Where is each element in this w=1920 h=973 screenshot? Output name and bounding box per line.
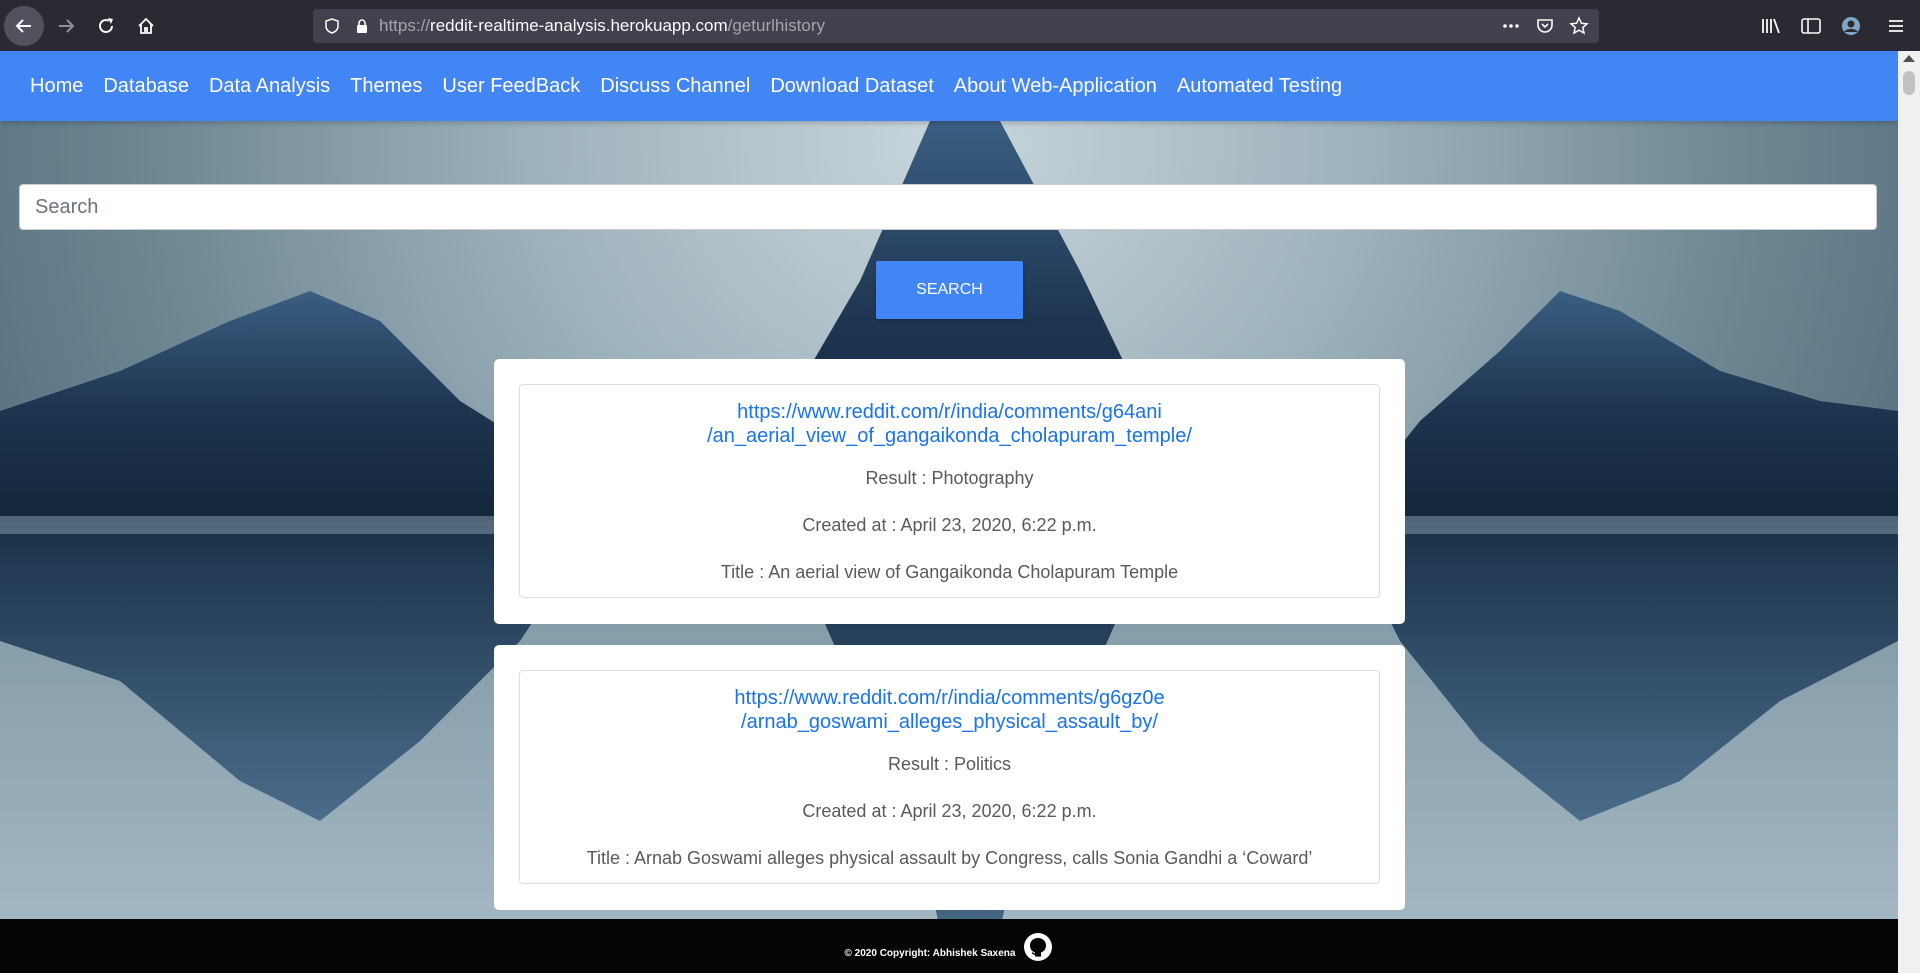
lock-icon[interactable] (353, 17, 371, 35)
more-icon[interactable] (1501, 17, 1521, 35)
nav-discuss-channel[interactable]: Discuss Channel (600, 75, 750, 98)
result-url-link[interactable]: https://www.reddit.com/r/india/comments/… (520, 400, 1379, 448)
search-input[interactable] (19, 184, 1877, 230)
url-text[interactable]: https://reddit-realtime-analysis.herokua… (379, 16, 825, 36)
reload-button[interactable] (88, 8, 124, 44)
bookmark-star-icon[interactable] (1569, 16, 1589, 36)
nav-database[interactable]: Database (103, 75, 189, 98)
nav-themes[interactable]: Themes (350, 75, 422, 98)
vertical-scrollbar[interactable] (1898, 51, 1920, 973)
scrollbar-thumb[interactable] (1903, 71, 1915, 95)
nav-automated-testing[interactable]: Automated Testing (1177, 75, 1342, 98)
result-category: Result : Politics (887, 754, 1012, 774)
menu-icon[interactable] (1886, 16, 1906, 36)
url-domain: reddit-realtime-analysis.herokuapp.com (430, 16, 728, 35)
forward-button[interactable] (48, 8, 84, 44)
back-button[interactable] (4, 5, 44, 46)
page-footer: © 2020 Copyright: Abhishek Saxena (0, 919, 1898, 973)
result-title: Title : An aerial view of Gangaikonda Ch… (720, 562, 1179, 582)
result-url-line1: https://www.reddit.com/r/india/comments/… (737, 401, 1162, 423)
result-url-line2: /an_aerial_view_of_gangaikonda_cholapura… (707, 425, 1192, 447)
result-card-1: https://www.reddit.com/r/india/comments/… (494, 359, 1405, 624)
home-button[interactable] (128, 8, 164, 44)
reload-icon (99, 17, 113, 33)
result-card-body: https://www.reddit.com/r/india/comments/… (519, 384, 1380, 598)
back-icon (15, 18, 31, 33)
result-card-body: https://www.reddit.com/r/india/comments/… (519, 670, 1380, 884)
forward-icon (59, 18, 75, 33)
result-card-2: https://www.reddit.com/r/india/comments/… (494, 645, 1405, 910)
result-created-at: Created at : April 23, 2020, 6:22 p.m. (802, 515, 1097, 535)
search-button[interactable]: SEARCH (876, 261, 1023, 319)
result-url-link[interactable]: https://www.reddit.com/r/india/comments/… (520, 686, 1379, 734)
scroll-up-arrow-icon[interactable] (1903, 55, 1915, 62)
github-icon[interactable] (1023, 932, 1053, 962)
url-protocol: https:// (379, 16, 431, 35)
library-icon[interactable] (1760, 16, 1782, 36)
nav-about-web-application[interactable]: About Web-Application (954, 75, 1157, 98)
sidebar-icon[interactable] (1800, 16, 1822, 36)
footer-copyright: © 2020 Copyright: Abhishek Saxena (844, 948, 1016, 959)
home-icon (138, 17, 154, 34)
result-url-line1: https://www.reddit.com/r/india/comments/… (734, 687, 1165, 709)
nav-user-feedback[interactable]: User FeedBack (442, 75, 580, 98)
page-viewport: Home Database Data Analysis Themes User … (0, 51, 1898, 973)
result-category: Result : Photography (865, 468, 1034, 488)
url-path: /geturlhistory (727, 16, 825, 35)
result-title: Title : Arnab Goswami alleges physical a… (586, 848, 1313, 868)
result-url-line2: /arnab_goswami_alleges_physical_assault_… (741, 711, 1158, 733)
nav-download-dataset[interactable]: Download Dataset (770, 75, 933, 98)
result-created-at: Created at : April 23, 2020, 6:22 p.m. (802, 801, 1097, 821)
url-bar[interactable]: https://reddit-realtime-analysis.herokua… (313, 9, 1599, 43)
nav-home[interactable]: Home (30, 75, 83, 98)
nav-data-analysis[interactable]: Data Analysis (209, 75, 330, 98)
shield-icon[interactable] (323, 17, 341, 35)
main-navbar: Home Database Data Analysis Themes User … (0, 51, 1898, 121)
pocket-icon[interactable] (1535, 16, 1555, 36)
account-icon[interactable] (1840, 15, 1862, 37)
browser-toolbar: https://reddit-realtime-analysis.herokua… (0, 0, 1920, 51)
